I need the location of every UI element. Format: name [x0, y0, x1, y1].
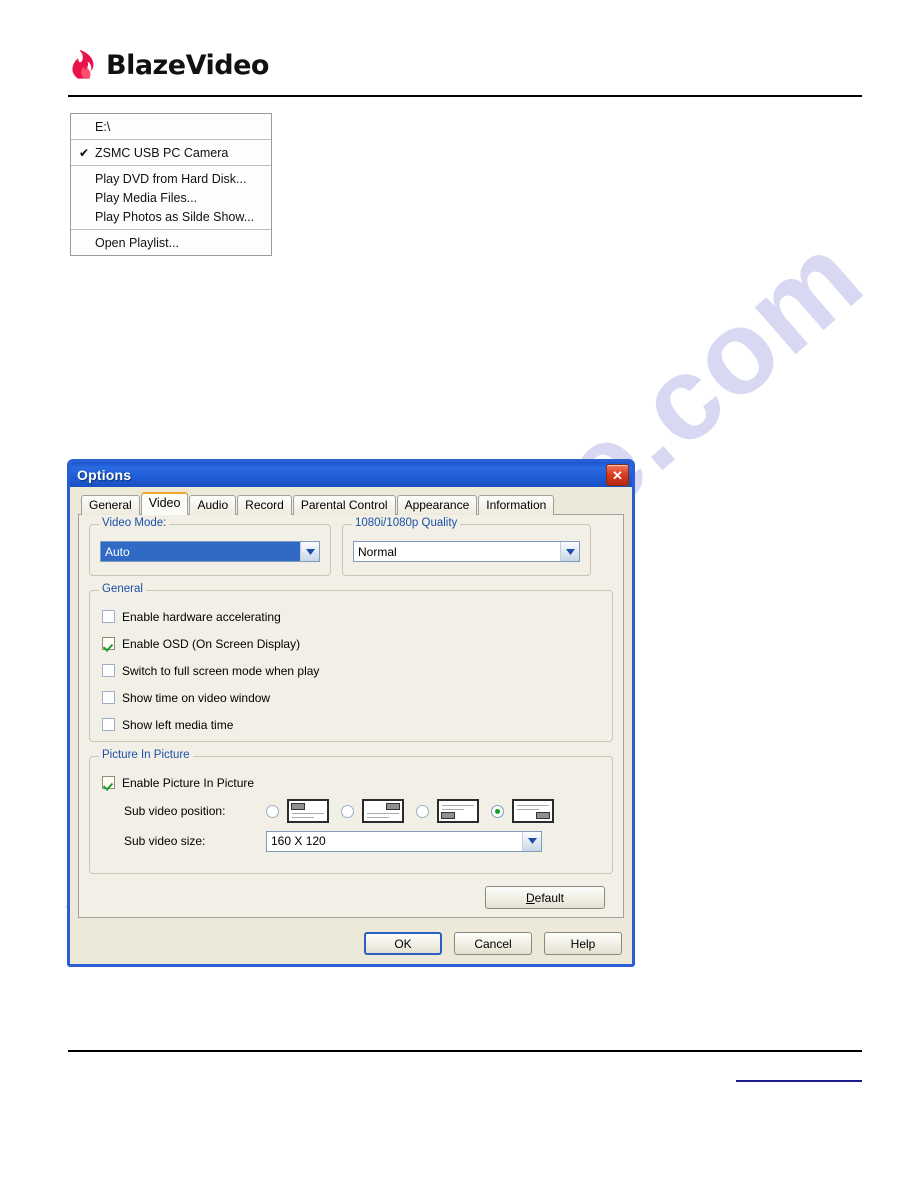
- option-label: Show time on video window: [122, 690, 271, 705]
- sub-video-position-options: [266, 799, 566, 823]
- option-label: Enable hardware accelerating: [122, 609, 281, 624]
- option-enable-osd[interactable]: Enable OSD (On Screen Display): [102, 630, 600, 657]
- video-tab-panel: Video Mode: Auto 1080i/1080p Quality Nor…: [78, 514, 624, 918]
- position-preview-top-right-icon[interactable]: [362, 799, 404, 823]
- page-root: BlazeVideo E:\ ✔ ZSMC USB PC Camera Play…: [0, 0, 918, 1188]
- position-preview-top-left-icon[interactable]: [287, 799, 329, 823]
- option-enable-picture-in-picture[interactable]: Enable Picture In Picture: [102, 769, 600, 796]
- source-context-menu[interactable]: E:\ ✔ ZSMC USB PC Camera Play DVD from H…: [70, 113, 272, 256]
- dialog-title: Options: [77, 466, 132, 483]
- option-show-time-on-video-window[interactable]: Show time on video window: [102, 684, 600, 711]
- menu-item-label: Play Photos as Silde Show...: [95, 209, 255, 224]
- sub-video-size-value: 160 X 120: [271, 834, 326, 848]
- ok-button[interactable]: OK: [364, 932, 442, 955]
- quality-select[interactable]: Normal: [353, 541, 580, 562]
- default-button-row: Default: [89, 886, 613, 909]
- picture-in-picture-group: Picture In Picture Enable Picture In Pic…: [89, 749, 613, 874]
- radio-position-top-left[interactable]: [266, 804, 279, 818]
- menu-group: Open Playlist...: [71, 230, 271, 255]
- sub-video-size-select[interactable]: 160 X 120: [266, 830, 542, 852]
- option-label: Enable Picture In Picture: [122, 775, 255, 790]
- tab-parental-control[interactable]: Parental Control: [292, 495, 396, 515]
- tab-information[interactable]: Information: [478, 495, 555, 515]
- sub-video-size-row: Sub video size: 160 X 120: [102, 826, 600, 856]
- sub-video-size-label: Sub video size:: [124, 834, 206, 848]
- checkbox-checked-icon[interactable]: [102, 637, 115, 650]
- option-show-left-media-time[interactable]: Show left media time: [102, 711, 600, 738]
- chevron-down-icon[interactable]: [522, 831, 541, 851]
- checkbox-icon[interactable]: [102, 610, 115, 623]
- general-options-group: General Enable hardware accelerating Ena…: [89, 583, 613, 742]
- menu-item-play-dvd-from-hard-disk[interactable]: Play DVD from Hard Disk...: [71, 169, 271, 188]
- menu-item-label: ZSMC USB PC Camera: [95, 145, 229, 160]
- quality-group-label: 1080i/1080p Quality: [352, 517, 461, 529]
- close-icon[interactable]: ✕: [606, 464, 629, 486]
- menu-group: E:\: [71, 114, 271, 139]
- position-preview-bottom-right-icon[interactable]: [512, 799, 554, 823]
- option-switch-full-screen[interactable]: Switch to full screen mode when play: [102, 657, 600, 684]
- menu-group: ✔ ZSMC USB PC Camera: [71, 140, 271, 165]
- header-divider: [68, 95, 862, 97]
- menu-check-mark: ✔: [79, 145, 90, 160]
- checkbox-icon[interactable]: [102, 718, 115, 731]
- menu-item-label: Play Media Files...: [95, 190, 198, 205]
- sub-video-position-row: Sub video position:: [102, 796, 600, 826]
- dialog-body: General Video Audio Record Parental Cont…: [70, 487, 632, 964]
- pip-group-label: Picture In Picture: [99, 749, 193, 761]
- checkbox-icon[interactable]: [102, 691, 115, 704]
- menu-item-zsmc-usb-pc-camera[interactable]: ✔ ZSMC USB PC Camera: [71, 143, 271, 162]
- tab-general[interactable]: General: [81, 495, 140, 515]
- video-mode-value: Auto: [101, 542, 300, 561]
- default-button-label: efault: [534, 890, 565, 905]
- video-mode-select[interactable]: Auto: [100, 541, 320, 562]
- radio-position-bottom-left[interactable]: [416, 804, 429, 818]
- video-mode-group-label: Video Mode:: [99, 517, 170, 529]
- position-preview-bottom-left-icon[interactable]: [437, 799, 479, 823]
- quality-group: 1080i/1080p Quality Normal: [342, 517, 591, 576]
- sub-video-position-label: Sub video position:: [124, 804, 226, 818]
- tab-record[interactable]: Record: [237, 495, 292, 515]
- menu-item-play-media-files[interactable]: Play Media Files...: [71, 188, 271, 207]
- options-dialog: Options ✕ General Video Audio Record Par…: [67, 459, 635, 967]
- option-enable-hardware-accelerating[interactable]: Enable hardware accelerating: [102, 603, 600, 630]
- chevron-down-icon[interactable]: [300, 542, 319, 561]
- menu-item-label: Play DVD from Hard Disk...: [95, 171, 247, 186]
- cancel-button[interactable]: Cancel: [454, 932, 532, 955]
- menu-item-open-playlist[interactable]: Open Playlist...: [71, 233, 271, 252]
- dialog-title-bar[interactable]: Options ✕: [70, 462, 632, 487]
- option-label: Show left media time: [122, 717, 234, 732]
- tab-appearance[interactable]: Appearance: [396, 495, 478, 515]
- option-label: Enable OSD (On Screen Display): [122, 636, 301, 651]
- menu-item-label: Open Playlist...: [95, 235, 180, 250]
- help-button[interactable]: Help: [544, 932, 622, 955]
- tab-video[interactable]: Video: [140, 492, 189, 515]
- checkbox-checked-icon[interactable]: [102, 776, 115, 789]
- top-groups-row: Video Mode: Auto 1080i/1080p Quality Nor…: [89, 517, 613, 576]
- footer-link-underline[interactable]: [736, 1080, 862, 1082]
- brand-logo: BlazeVideo: [68, 48, 269, 82]
- footer-divider: [68, 1050, 862, 1052]
- video-mode-group: Video Mode: Auto: [89, 517, 331, 576]
- menu-item-play-photos-as-slide-show[interactable]: Play Photos as Silde Show...: [71, 207, 271, 226]
- brand-name: BlazeVideo: [106, 49, 269, 81]
- tab-audio[interactable]: Audio: [189, 495, 237, 515]
- dialog-footer-buttons: OK Cancel Help: [364, 932, 622, 955]
- flame-icon: [72, 49, 94, 79]
- menu-item-drive-e[interactable]: E:\: [71, 117, 271, 136]
- default-accel-letter: D: [525, 890, 535, 905]
- menu-item-label: E:\: [95, 119, 111, 134]
- menu-group: Play DVD from Hard Disk... Play Media Fi…: [71, 166, 271, 229]
- radio-position-bottom-right[interactable]: [491, 804, 504, 818]
- radio-position-top-right[interactable]: [341, 804, 354, 818]
- default-button[interactable]: Default: [485, 886, 605, 909]
- quality-value: Normal: [358, 544, 397, 559]
- option-label: Switch to full screen mode when play: [122, 663, 320, 678]
- checkbox-icon[interactable]: [102, 664, 115, 677]
- chevron-down-icon[interactable]: [560, 542, 579, 561]
- general-group-label: General: [99, 583, 146, 595]
- tab-strip: General Video Audio Record Parental Cont…: [78, 492, 624, 515]
